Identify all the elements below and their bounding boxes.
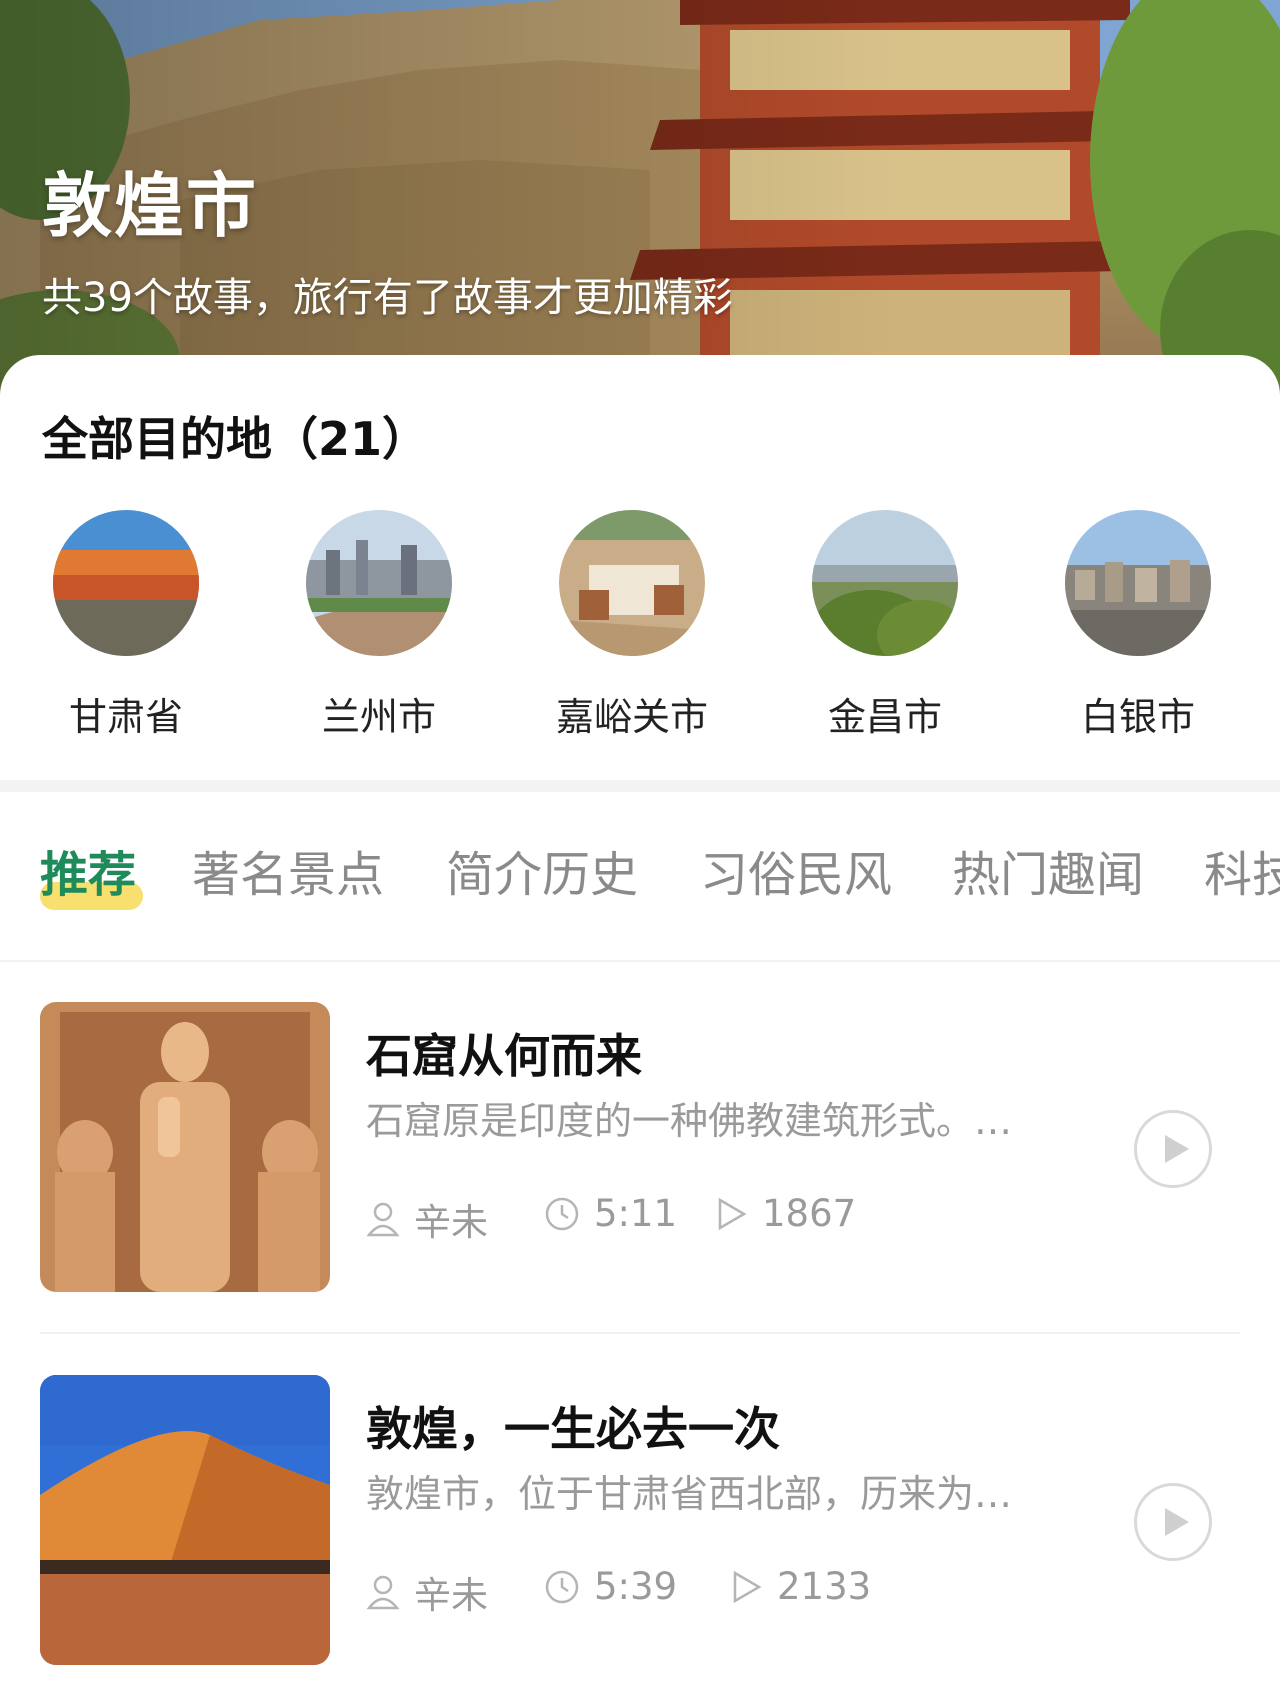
city-title: 敦煌市 [42,165,258,247]
destination-label: 金昌市 [827,695,942,739]
play-button[interactable] [1134,1110,1212,1188]
play-button[interactable] [1134,1483,1212,1561]
tab-famous-sights[interactable]: 著名景点 [192,835,384,905]
jinchang-thumbnail [812,510,958,656]
desert-cover-image [40,1375,330,1665]
story-meta: 辛未 5:11 1867 [366,1192,1066,1244]
play-count-icon [733,1570,762,1603]
story-author: 辛未 [366,1565,488,1619]
tab-technology[interactable]: 科技 [1204,835,1280,905]
story-separator [40,1332,1240,1334]
destination-jinchang[interactable]: 金昌市 [785,510,985,741]
gansu-thumbnail [53,510,199,656]
baiyin-thumbnail [1065,510,1211,656]
user-icon [366,1575,400,1610]
play-icon [1165,1508,1189,1536]
story-item[interactable]: 敦煌，一生必去一次 敦煌市，位于甘肃省西北部，历来为… 辛未 5:39 2133 [0,1375,1280,1675]
story-duration: 5:39 [544,1565,677,1608]
destination-baiyin[interactable]: 白银市 [1038,510,1238,741]
tabs-divider [0,960,1280,962]
buddha-cover-image [40,1002,330,1292]
destination-label: 白银市 [1080,695,1195,739]
destination-list: 甘肃省 兰州市 嘉峪关市 金昌市 白银市 [0,510,1280,739]
tab-customs[interactable]: 习俗民风 [700,835,892,905]
clock-icon [545,1197,579,1230]
story-title: 敦煌，一生必去一次 [366,1402,780,1456]
destination-lanzhou[interactable]: 兰州市 [279,510,479,741]
tab-history[interactable]: 简介历史 [446,835,638,905]
tab-hot-news[interactable]: 热门趣闻 [952,835,1144,905]
hero-banner: 敦煌市 共39个故事，旅行有了故事才更加精彩 [0,0,1280,400]
destination-label: 甘肃省 [68,695,183,739]
story-item[interactable]: 石窟从何而来 石窟原是印度的一种佛教建筑形式。… 辛未 5:11 1867 [0,1002,1280,1302]
app-page: 敦煌市 共39个故事，旅行有了故事才更加精彩 全部目的地（21） 甘肃省 兰州市… [0,0,1280,1707]
jiayuguan-thumbnail [559,510,705,656]
user-icon [366,1202,400,1237]
story-plays: 1867 [716,1192,856,1235]
story-description: 敦煌市，位于甘肃省西北部，历来为… [366,1472,1013,1516]
play-icon [1165,1135,1189,1163]
story-count-subtitle: 共39个故事，旅行有了故事才更加精彩 [42,275,733,321]
tab-recommended[interactable]: 推荐 [40,835,136,905]
destination-jiayuguan[interactable]: 嘉峪关市 [532,510,732,741]
story-title: 石窟从何而来 [366,1029,642,1083]
destination-gansu[interactable]: 甘肃省 [26,510,226,741]
play-count-icon [718,1197,747,1230]
destination-label: 嘉峪关市 [555,695,708,739]
story-description: 石窟原是印度的一种佛教建筑形式。… [366,1099,1013,1143]
story-duration: 5:11 [544,1192,677,1235]
section-divider [0,780,1280,792]
destination-label: 兰州市 [321,695,436,739]
story-plays: 2133 [731,1565,871,1608]
story-author: 辛未 [366,1192,488,1246]
lanzhou-thumbnail [306,510,452,656]
destinations-heading: 全部目的地（21） [42,412,429,466]
clock-icon [545,1570,579,1603]
category-tabs: 推荐 著名景点 简介历史 习俗民风 热门趣闻 科技 [0,835,1280,925]
destinations-card: 全部目的地（21） 甘肃省 兰州市 嘉峪关市 金昌市 白银市 [0,355,1280,780]
story-meta: 辛未 5:39 2133 [366,1565,1066,1617]
